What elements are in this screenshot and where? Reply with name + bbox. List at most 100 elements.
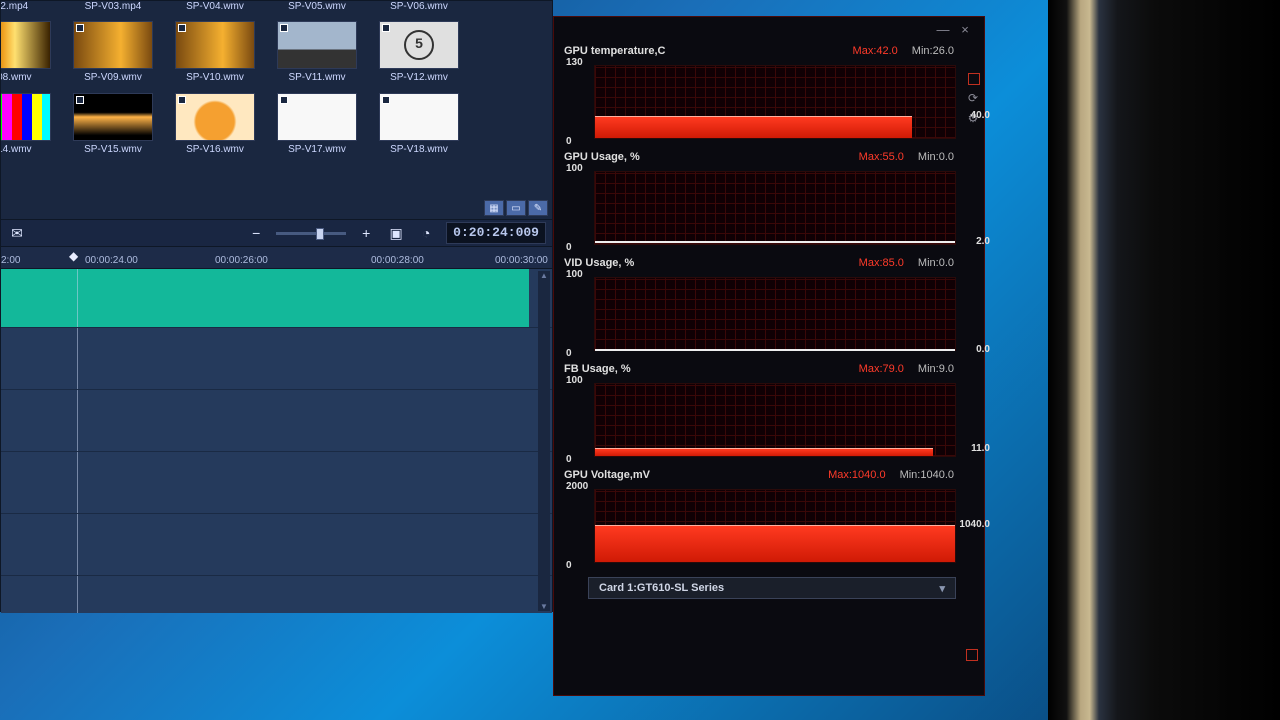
media-label: SP-V05.wmv (288, 1, 346, 13)
zoom-in-icon[interactable]: + (356, 225, 376, 241)
media-thumb[interactable] (73, 93, 153, 141)
chart-current: 2.0 (976, 236, 990, 247)
chart-ymax: 100 (566, 163, 583, 174)
record-toggle-bottom[interactable] (966, 649, 978, 661)
zoom-fit-icon[interactable]: ▣ (386, 225, 406, 241)
chart-min: Min:0.0 (918, 257, 954, 269)
media-thumb[interactable] (73, 21, 153, 69)
media-label: SP-V16.wmv (186, 144, 244, 155)
chart-plot (594, 65, 956, 139)
gpu-monitor-window: — × ⟳ ⚙ GPU temperature,CMax:42.0Min:26.… (553, 16, 985, 696)
view-list-button[interactable]: ▭ (506, 200, 526, 216)
chart-current: 1040.0 (959, 519, 990, 530)
monitor-bezel (1048, 0, 1280, 720)
media-label: SP-V18.wmv (390, 144, 448, 155)
media-thumb[interactable] (379, 21, 459, 69)
gpu-chart: GPU Usage, %Max:55.0Min:0.010002.0 (562, 149, 976, 251)
ruler-tick: 00:00:28:00 (371, 255, 424, 266)
gpu-chart: GPU temperature,CMax:42.0Min:26.0130040.… (562, 43, 976, 145)
media-label: V14.wmv (1, 144, 32, 155)
media-thumb[interactable] (379, 93, 459, 141)
chart-max: Max:1040.0 (828, 469, 885, 481)
chart-current: 11.0 (971, 443, 990, 454)
chart-plot (594, 277, 956, 351)
chart-ymin: 0 (566, 242, 572, 253)
chart-plot (594, 489, 956, 563)
close-button[interactable]: × (958, 23, 972, 37)
gpu-chart: GPU Voltage,mVMax:1040.0Min:1040.0200001… (562, 467, 976, 569)
ruler-tick: 00:00:26:00 (215, 255, 268, 266)
media-thumb[interactable] (175, 21, 255, 69)
reload-icon[interactable]: ⟳ (966, 91, 980, 105)
timeline-tracks[interactable] (1, 269, 552, 613)
timecode-display: 0:20:24:009 (446, 222, 546, 244)
chart-title: GPU Usage, % (564, 151, 640, 163)
playhead-icon[interactable]: ◆ (69, 249, 78, 263)
gpu-chart: FB Usage, %Max:79.0Min:9.0100011.0 (562, 361, 976, 463)
media-label: SP-V10.wmv (186, 72, 244, 83)
media-label: SP-V04.wmv (186, 1, 244, 13)
media-browser: S2.mp4 SP-V03.mp4 SP-V04.wmv SP-V05.wmv … (1, 1, 552, 197)
media-thumb[interactable] (1, 93, 51, 141)
chart-current: 40.0 (971, 110, 990, 121)
timeline-vscroll[interactable] (538, 271, 550, 611)
chart-current: 0.0 (976, 344, 990, 355)
ruler-tick: 00:00:24.00 (85, 255, 138, 266)
media-thumb[interactable] (1, 21, 51, 69)
edit-button[interactable]: ✎ (528, 200, 548, 216)
media-label: SP-V06.wmv (390, 1, 448, 13)
media-label: SP-V15.wmv (84, 144, 142, 155)
timeline-ruler[interactable]: 2:00 ◆ 00:00:24.00 00:00:26:00 00:00:28:… (1, 247, 552, 269)
gpu-card-label: Card 1:GT610-SL Series (599, 582, 724, 594)
media-label: SP-V17.wmv (288, 144, 346, 155)
zoom-out-icon[interactable]: − (246, 225, 266, 241)
chart-ymin: 0 (566, 454, 572, 465)
chart-ymin: 0 (566, 136, 572, 147)
media-thumb[interactable] (277, 93, 357, 141)
timeline-toolbar: ✉ − + ▣ ◔ 0:20:24:009 (1, 219, 552, 247)
media-label: S2.mp4 (1, 1, 28, 13)
chart-ymax: 100 (566, 269, 583, 280)
chart-plot (594, 171, 956, 245)
media-label: V08.wmv (1, 72, 32, 83)
ruler-tick: 2:00 (1, 255, 20, 266)
chart-plot (594, 383, 956, 457)
chart-min: Min:0.0 (918, 151, 954, 163)
chart-max: Max:79.0 (859, 363, 904, 375)
chart-ymax: 130 (566, 57, 583, 68)
minimize-button[interactable]: — (936, 23, 950, 37)
chart-max: Max:55.0 (859, 151, 904, 163)
chart-ymax: 2000 (566, 481, 588, 492)
chart-ymin: 0 (566, 348, 572, 359)
media-toolbar: ▦ ▭ ✎ (1, 197, 552, 219)
ruler-tick: 00:00:30:00 (495, 255, 548, 266)
gpu-chart: VID Usage, %Max:85.0Min:0.010000.0 (562, 255, 976, 357)
chart-title: GPU Voltage,mV (564, 469, 650, 481)
media-thumb[interactable] (277, 21, 357, 69)
media-label: SP-V09.wmv (84, 72, 142, 83)
media-label: SP-V11.wmv (288, 72, 345, 83)
gpu-card-selector[interactable]: Card 1:GT610-SL Series (588, 577, 956, 599)
chart-max: Max:42.0 (853, 45, 898, 57)
chart-ymax: 100 (566, 375, 583, 386)
chart-title: GPU temperature,C (564, 45, 665, 57)
chart-min: Min:9.0 (918, 363, 954, 375)
chart-max: Max:85.0 (859, 257, 904, 269)
media-thumb[interactable] (175, 93, 255, 141)
chart-title: FB Usage, % (564, 363, 631, 375)
clock-icon[interactable]: ◔ (416, 225, 436, 241)
chart-min: Min:26.0 (912, 45, 954, 57)
playhead-line (77, 269, 78, 613)
record-toggle[interactable] (968, 73, 980, 85)
chart-min: Min:1040.0 (900, 469, 954, 481)
window-titlebar: — × (562, 17, 976, 43)
chart-ymin: 0 (566, 560, 572, 571)
media-label: SP-V03.mp4 (85, 1, 142, 13)
zoom-slider[interactable] (276, 232, 346, 235)
chart-title: VID Usage, % (564, 257, 634, 269)
mail-icon[interactable]: ✉ (7, 225, 27, 241)
media-label: SP-V12.wmv (390, 72, 448, 83)
view-grid-button[interactable]: ▦ (484, 200, 504, 216)
video-editor-window: S2.mp4 SP-V03.mp4 SP-V04.wmv SP-V05.wmv … (0, 0, 553, 612)
video-clip[interactable] (1, 269, 529, 327)
